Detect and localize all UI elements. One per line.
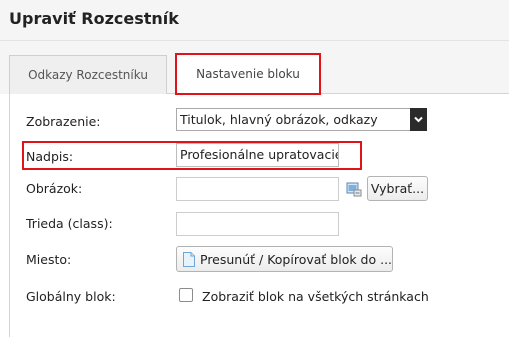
- document-icon: [183, 251, 195, 267]
- miesto-label: Miesto:: [26, 252, 72, 267]
- nadpis-label: Nadpis:: [26, 149, 74, 164]
- dialog-title: Upraviť Rozcestník: [9, 9, 179, 28]
- obrazok-label: Obrázok:: [26, 181, 83, 196]
- zobrazenie-label: Zobrazenie:: [26, 114, 101, 129]
- trieda-label: Trieda (class):: [26, 216, 113, 231]
- tab-odkazy-rozcestniku[interactable]: Odkazy Rozcestníku: [9, 55, 167, 94]
- folder-browse-icon[interactable]: [346, 181, 362, 197]
- nadpis-input-value[interactable]: Profesionálne upratovacie: [180, 147, 338, 162]
- globalny-blok-checkbox-label[interactable]: Zobraziť blok na všetkých stránkach: [202, 289, 429, 304]
- globalny-blok-label: Globálny blok:: [26, 289, 116, 304]
- zobrazenie-select-value[interactable]: Titulok, hlavný obrázok, odkazy: [180, 112, 378, 127]
- vybrat-button[interactable]: Vybrať...: [367, 176, 428, 201]
- presunut-kopirovat-button[interactable]: Presunúť / Kopírovať blok do ...: [176, 246, 393, 272]
- obrazok-input[interactable]: [176, 177, 339, 201]
- tab-nastavenie-bloku[interactable]: Nastavenie bloku: [175, 53, 321, 95]
- zobrazenie-dropdown-button[interactable]: [410, 108, 427, 131]
- presunut-kopirovat-label: Presunúť / Kopírovať blok do ...: [200, 251, 393, 267]
- globalny-blok-checkbox[interactable]: [179, 288, 193, 302]
- chevron-down-icon: [414, 116, 423, 123]
- trieda-input[interactable]: [176, 212, 339, 236]
